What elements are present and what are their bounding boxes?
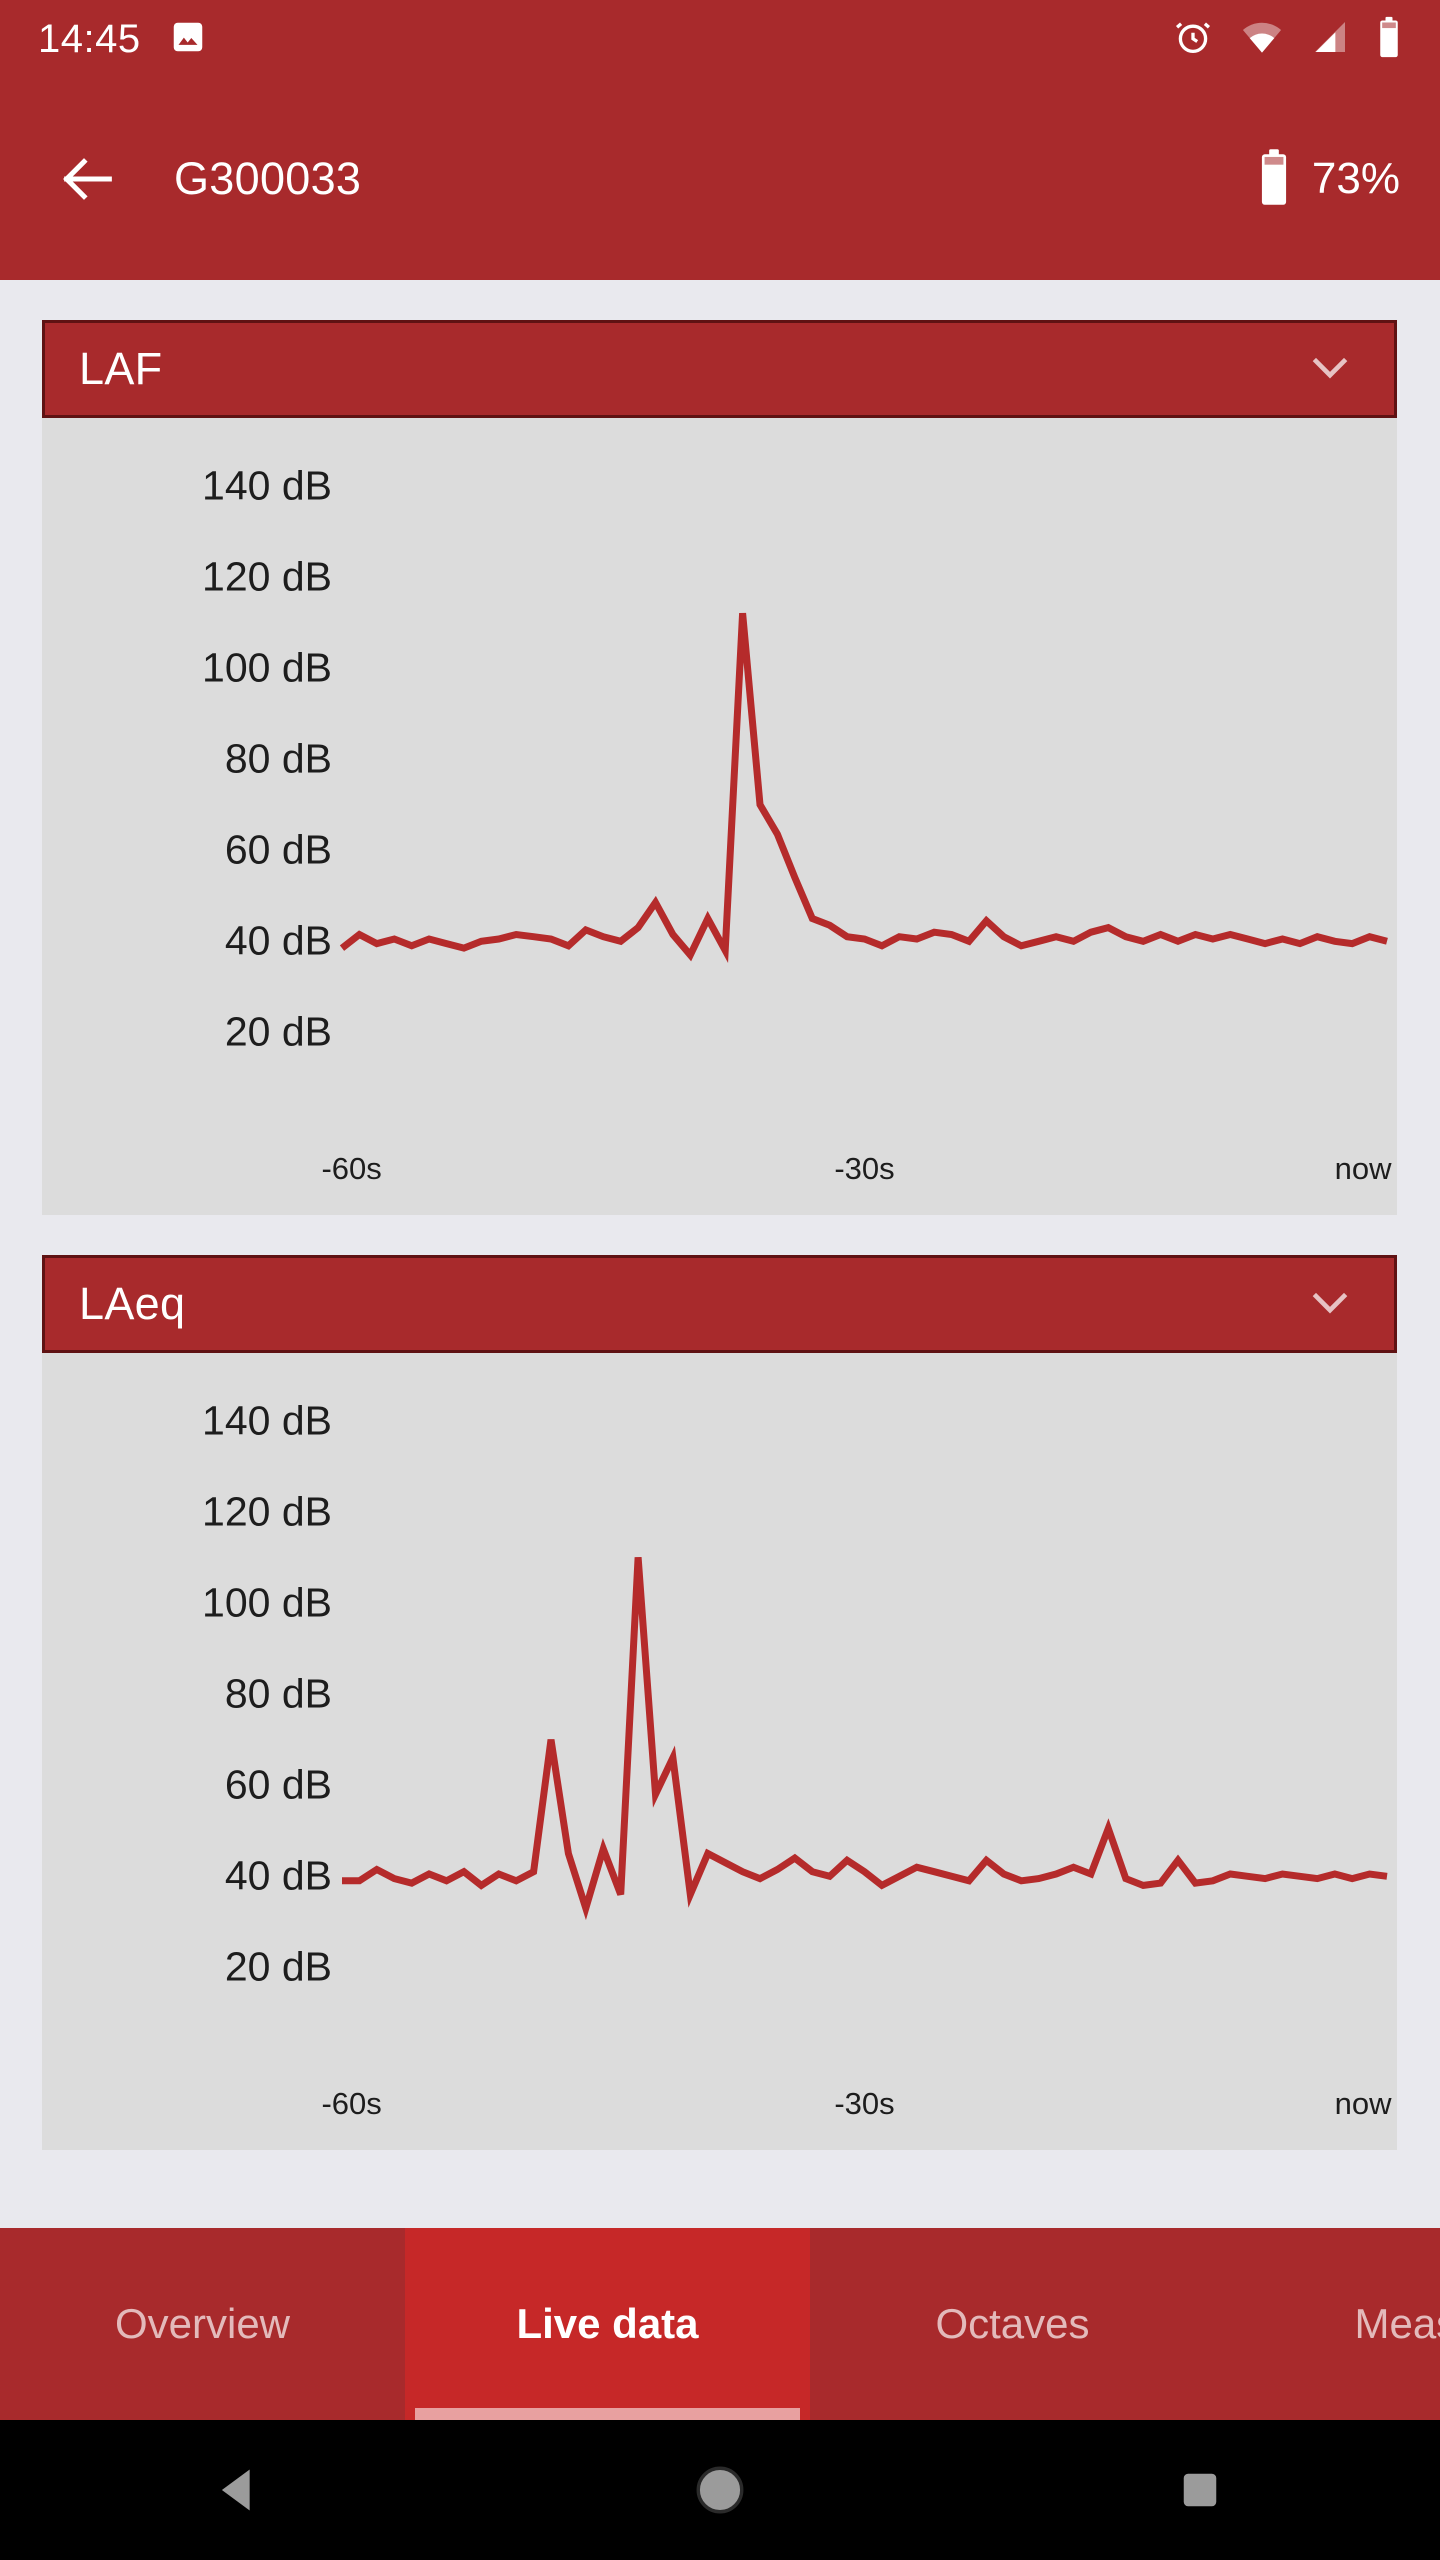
chart-plot-laeq: [342, 1557, 1388, 1921]
tab-live-data[interactable]: Live data: [405, 2228, 810, 2420]
chart-laeq: 140 dB 120 dB 100 dB 80 dB 60 dB 40 dB 20 dB -…: [42, 1353, 1397, 2150]
chevron-down-icon[interactable]: [1302, 339, 1358, 400]
status-bar-clock: 14:45: [38, 17, 141, 61]
battery-icon: [1376, 16, 1402, 63]
back-button[interactable]: [40, 131, 136, 227]
card-header-laeq[interactable]: LAeq: [42, 1255, 1397, 1353]
chart-plot-laf: [339, 612, 1388, 963]
tab-measurements[interactable]: Measu: [1215, 2228, 1440, 2420]
card-laf: LAF 140 dB 120 dB 100 dB 80 dB 60 dB 40 dB 20 …: [42, 320, 1397, 1215]
chevron-down-icon[interactable]: [1302, 1274, 1358, 1335]
tab-live-data-label: Live data: [516, 2300, 699, 2347]
battery-percent-label: 73%: [1311, 154, 1400, 203]
recents-square-icon: [1183, 2473, 1217, 2507]
x-tick-label: now: [1334, 1151, 1392, 1186]
series-line-laeq: [342, 1557, 1388, 1921]
status-bar-system-icons: [1172, 15, 1402, 64]
card-title-laf: LAF: [79, 343, 163, 394]
status-bar-notification-icons: [169, 18, 207, 61]
back-triangle-icon: [221, 2469, 250, 2511]
tab-octaves[interactable]: Octaves: [810, 2228, 1215, 2420]
tab-octaves-label: Octaves: [935, 2300, 1090, 2347]
x-tick-label: -60s: [321, 1151, 382, 1186]
card-laeq: LAeq 140 dB 120 dB 100 dB 80 dB 60 dB 40 dB 20…: [42, 1255, 1397, 2150]
chart-laf: 140 dB 120 dB 100 dB 80 dB 60 dB 40 dB 20 dB -…: [42, 418, 1397, 1215]
status-bar: 14:45: [0, 0, 1440, 78]
alarm-icon: [1172, 16, 1214, 63]
tab-overview[interactable]: Overview: [0, 2228, 405, 2420]
device-battery-indicator: 73%: [1256, 148, 1400, 211]
image-icon: [169, 18, 207, 61]
app-bar: G300033 73%: [0, 78, 1440, 280]
nav-home-button[interactable]: [640, 2420, 800, 2560]
wifi-icon: [1240, 15, 1284, 64]
x-tick-label: -30s: [834, 2086, 895, 2121]
android-navigation-bar: [0, 2420, 1440, 2560]
page-title: G300033: [174, 153, 362, 204]
bottom-tab-bar: Overview Live data Octaves Measu: [0, 2228, 1440, 2420]
x-tick-label: now: [1334, 2086, 1392, 2121]
live-data-scroll-area[interactable]: LAF 140 dB 120 dB 100 dB 80 dB 60 dB 40 dB 20 …: [0, 280, 1440, 2228]
tab-measurements-label: Measu: [1354, 2300, 1440, 2347]
x-tick-label: -30s: [834, 1151, 895, 1186]
battery-level-icon: [1256, 148, 1292, 211]
home-circle-icon: [696, 2466, 744, 2514]
x-tick-label: -60s: [321, 2086, 382, 2121]
series-line-laf: [339, 612, 1388, 963]
nav-recents-button[interactable]: [1120, 2420, 1280, 2560]
card-header-laf[interactable]: LAF: [42, 320, 1397, 418]
cell-signal-icon: [1310, 17, 1350, 62]
card-title-laeq: LAeq: [79, 1278, 186, 1329]
nav-back-button[interactable]: [160, 2420, 320, 2560]
tab-overview-label: Overview: [114, 2300, 291, 2347]
